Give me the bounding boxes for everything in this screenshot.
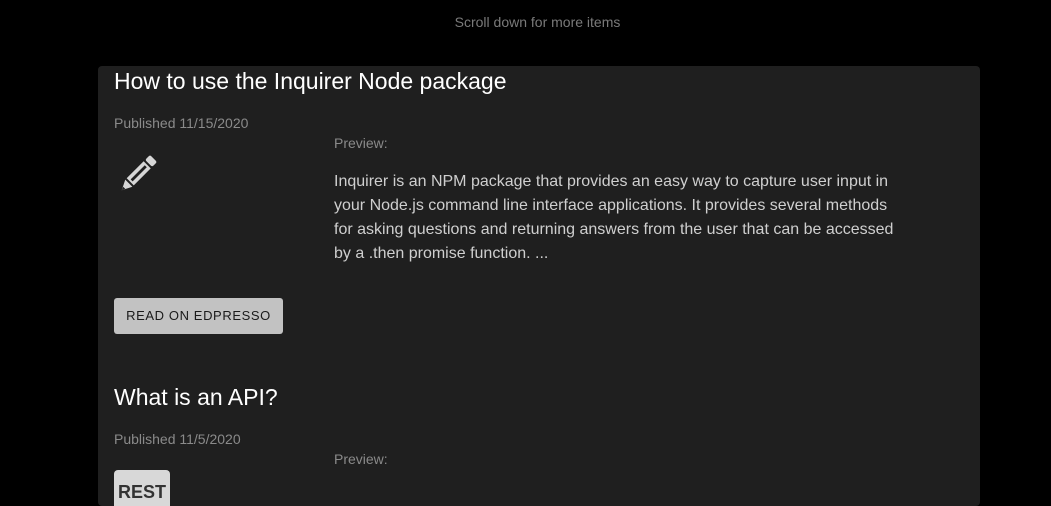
pencil-icon xyxy=(121,155,157,191)
published-date: Published 11/5/2020 xyxy=(114,431,241,447)
read-on-edpresso-button[interactable]: READ ON EDPRESSO xyxy=(114,298,283,334)
rest-api-icon: REST xyxy=(114,470,170,506)
article-title: What is an API? xyxy=(114,384,278,410)
scroll-hint: Scroll down for more items xyxy=(454,14,621,30)
preview-label: Preview: xyxy=(334,135,388,151)
preview-text: Inquirer is an NPM package that provides… xyxy=(334,173,894,262)
articles-card: How to use the Inquirer Node package Pub… xyxy=(98,66,980,506)
article-title: How to use the Inquirer Node package xyxy=(114,68,507,94)
preview-label: Preview: xyxy=(334,451,388,467)
published-date: Published 11/15/2020 xyxy=(114,115,249,131)
